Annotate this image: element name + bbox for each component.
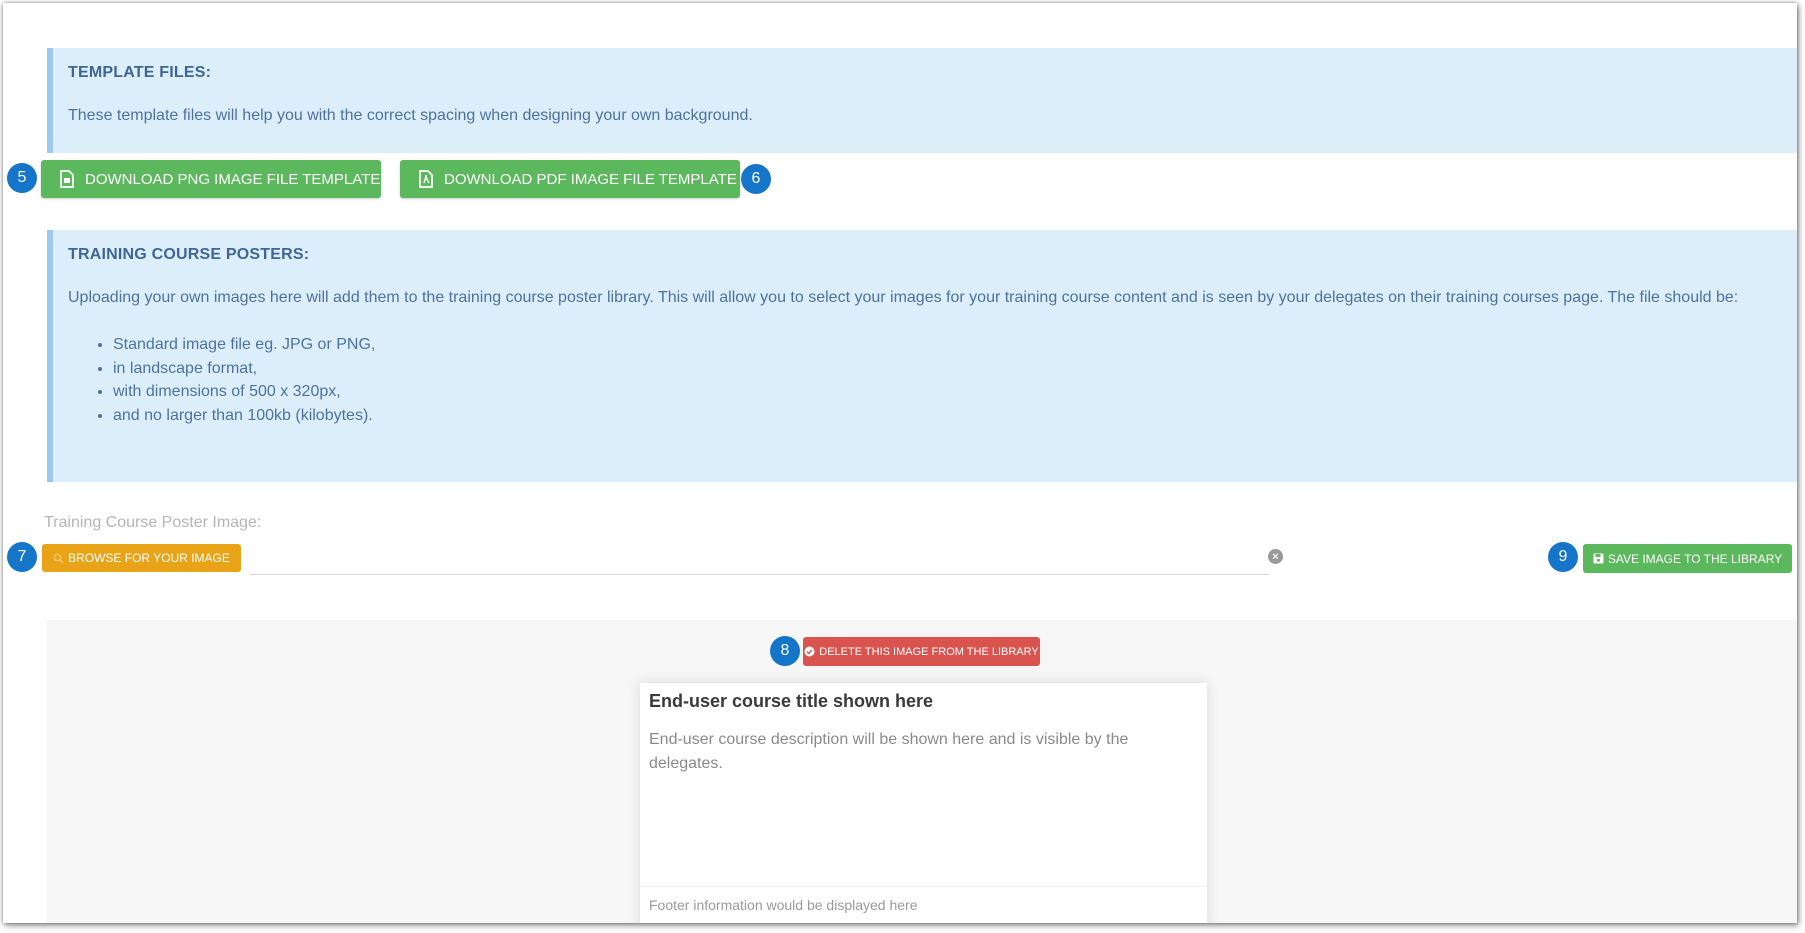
check-circle-icon [804, 646, 815, 657]
template-files-text: These template files will help you with … [68, 107, 753, 124]
card-footer-text: Footer information would be displayed he… [649, 897, 918, 913]
file-image-icon [59, 170, 75, 188]
step-badge-5: 5 [7, 163, 37, 193]
step-badge-6: 6 [741, 164, 771, 194]
download-pdf-label: DOWNLOAD PDF IMAGE FILE TEMPLATE [444, 170, 737, 188]
course-preview-card: End-user course title shown here End-use… [640, 683, 1207, 923]
download-pdf-template-button[interactable]: DOWNLOAD PDF IMAGE FILE TEMPLATE [400, 160, 740, 198]
card-footer: Footer information would be displayed he… [640, 886, 1207, 913]
browse-image-button[interactable]: BROWSE FOR YOUR IMAGE [42, 544, 241, 572]
close-circle-icon[interactable]: × [1268, 549, 1283, 564]
browse-image-label: BROWSE FOR YOUR IMAGE [68, 551, 230, 565]
card-title: End-user course title shown here [649, 691, 934, 711]
floppy-disk-icon [1593, 553, 1604, 564]
save-to-library-button[interactable]: SAVE IMAGE TO THE LIBRARY [1583, 544, 1792, 573]
training-posters-heading: TRAINING COURSE POSTERS: [68, 246, 310, 263]
file-pdf-icon [418, 170, 434, 188]
training-posters-panel: TRAINING COURSE POSTERS: Uploading your … [47, 230, 1797, 482]
template-files-heading: TEMPLATE FILES: [68, 64, 212, 81]
save-to-library-label: SAVE IMAGE TO THE LIBRARY [1607, 551, 1783, 566]
delete-from-library-button[interactable]: DELETE THIS IMAGE FROM THE LIBRARY [803, 637, 1040, 666]
requirement-item: with dimensions of 500 x 320px, [113, 380, 1767, 404]
training-posters-text: Uploading your own images here will add … [68, 289, 1739, 306]
step-badge-8: 8 [770, 636, 800, 666]
requirement-item: and no larger than 100kb (kilobytes). [113, 404, 1767, 428]
requirement-item: Standard image file eg. JPG or PNG, [113, 333, 1767, 357]
step-badge-7: 7 [7, 542, 37, 572]
page-frame: TEMPLATE FILES: These template files wil… [3, 3, 1797, 923]
requirement-item: in landscape format, [113, 357, 1767, 381]
download-png-template-button[interactable]: DOWNLOAD PNG IMAGE FILE TEMPLATE [41, 160, 381, 198]
template-files-panel: TEMPLATE FILES: These template files wil… [47, 48, 1797, 153]
poster-image-label: Training Course Poster Image: [44, 514, 262, 531]
step-badge-9: 9 [1548, 542, 1578, 572]
file-path-input[interactable] [250, 545, 1269, 575]
delete-from-library-label: DELETE THIS IMAGE FROM THE LIBRARY [819, 645, 1039, 658]
search-icon [53, 553, 64, 564]
card-description: End-user course description will be show… [649, 731, 1129, 772]
download-png-label: DOWNLOAD PNG IMAGE FILE TEMPLATE [85, 170, 381, 188]
requirements-list: Standard image file eg. JPG or PNG, in l… [68, 333, 1767, 427]
